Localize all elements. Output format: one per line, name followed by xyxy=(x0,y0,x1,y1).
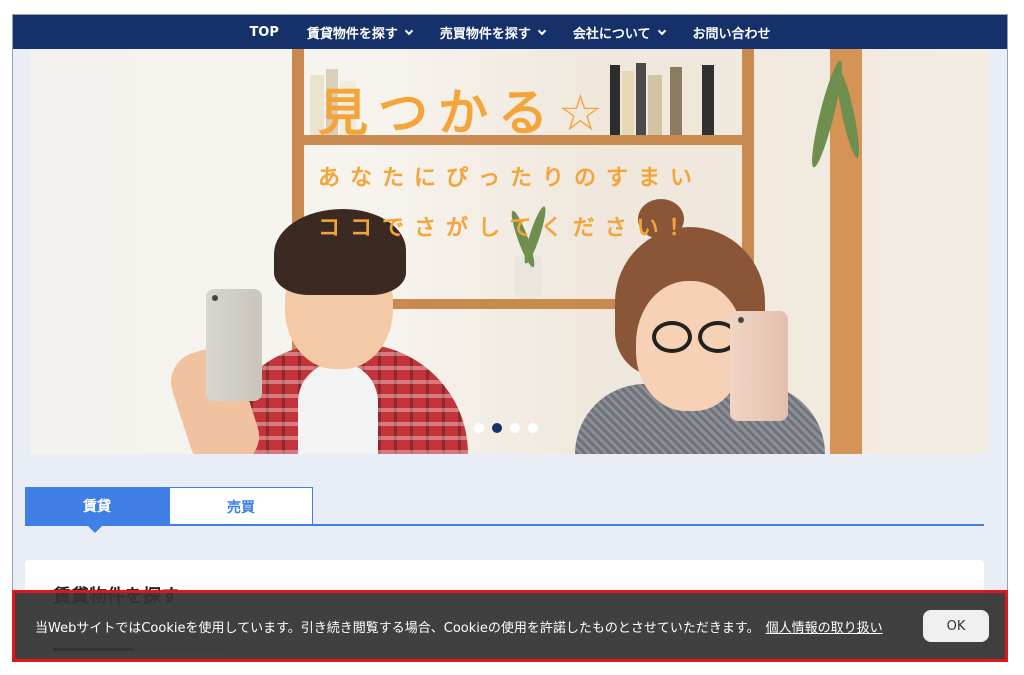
cookie-message: 当WebサイトではCookieを使用しています。引き続き閲覧する場合、Cooki… xyxy=(35,620,760,636)
chevron-down-icon xyxy=(537,26,547,35)
cookie-message-row: 当WebサイトではCookieを使用しています。引き続き閲覧する場合、Cooki… xyxy=(35,617,923,636)
slider-dot[interactable] xyxy=(528,423,538,433)
main-nav: TOP 賃貸物件を探す 売買物件を探す 会社について お問い合わせ xyxy=(13,15,1007,49)
nav-item-label: 売買物件を探す xyxy=(439,26,531,42)
chevron-down-icon xyxy=(657,26,666,35)
nav-item-label: お問い合わせ xyxy=(692,26,771,42)
nav-item-label: 会社について xyxy=(572,26,651,42)
tab-sale[interactable]: 売買 xyxy=(169,487,313,525)
cookie-banner: 当WebサイトではCookieを使用しています。引き続き閲覧する場合、Cooki… xyxy=(12,590,1008,662)
hero-subtitle: ココでさがしてください！ xyxy=(318,216,701,241)
slider-dot[interactable] xyxy=(474,423,484,433)
nav-item-label: 賃貸物件を探す xyxy=(306,26,398,42)
chevron-down-icon xyxy=(404,26,414,35)
slider-pagination xyxy=(474,423,538,433)
nav-item-label: TOP xyxy=(249,24,279,40)
cookie-ok-button[interactable]: OK xyxy=(923,610,989,642)
hero-title: 見つかる☆ xyxy=(318,84,613,142)
hero-subtitle: あなたにぴったりのすまい xyxy=(318,166,703,191)
browser-viewport: TOP 賃貸物件を探す 売買物件を探す 会社について お問い合わせ 見つかる☆ … xyxy=(12,14,1008,662)
smartphone-image xyxy=(730,311,788,421)
nav-item-contact[interactable]: お問い合わせ xyxy=(679,23,785,42)
glasses-lens xyxy=(652,321,692,353)
tab-underline xyxy=(25,524,984,526)
hero-slider: 見つかる☆ あなたにぴったりのすまい ココでさがしてください！ xyxy=(30,49,988,454)
slider-dot-active[interactable] xyxy=(492,423,502,433)
tab-rent[interactable]: 賃貸 xyxy=(25,487,169,533)
search-tabs: 賃貸 売買 xyxy=(25,487,313,533)
slider-dot[interactable] xyxy=(510,423,520,433)
nav-item-rent[interactable]: 賃貸物件を探す xyxy=(293,23,426,42)
nav-item-company[interactable]: 会社について xyxy=(559,23,679,42)
nav-item-top[interactable]: TOP xyxy=(235,25,292,40)
nav-item-sale[interactable]: 売買物件を探す xyxy=(426,23,559,42)
privacy-policy-link[interactable]: 個人情報の取り扱い xyxy=(766,621,883,636)
man-tshirt xyxy=(298,362,378,454)
smartphone-image xyxy=(206,289,262,401)
